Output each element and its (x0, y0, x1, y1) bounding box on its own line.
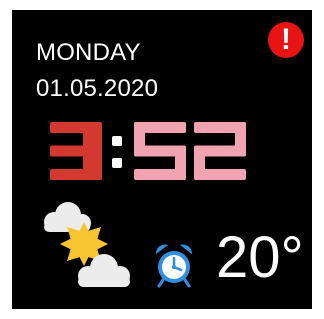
date-label: 01.05.2020 (36, 75, 159, 102)
watch-screen: MONDAY 01.05.2020 ! 20° (12, 10, 312, 309)
clock-minute-digit (194, 122, 246, 180)
temperature-readout: 20° (216, 225, 304, 290)
clock-separator (112, 136, 122, 168)
partly-cloudy-sun-icon (34, 200, 134, 292)
alarm-clock-icon[interactable] (152, 242, 196, 288)
clock-minute-digit (134, 122, 186, 180)
digital-clock (42, 122, 292, 180)
day-of-week: MONDAY (36, 39, 141, 66)
alert-glyph: ! (281, 23, 291, 56)
alert-icon[interactable]: ! (268, 22, 304, 58)
clock-display (50, 122, 246, 180)
clock-hour-digit (50, 122, 102, 180)
